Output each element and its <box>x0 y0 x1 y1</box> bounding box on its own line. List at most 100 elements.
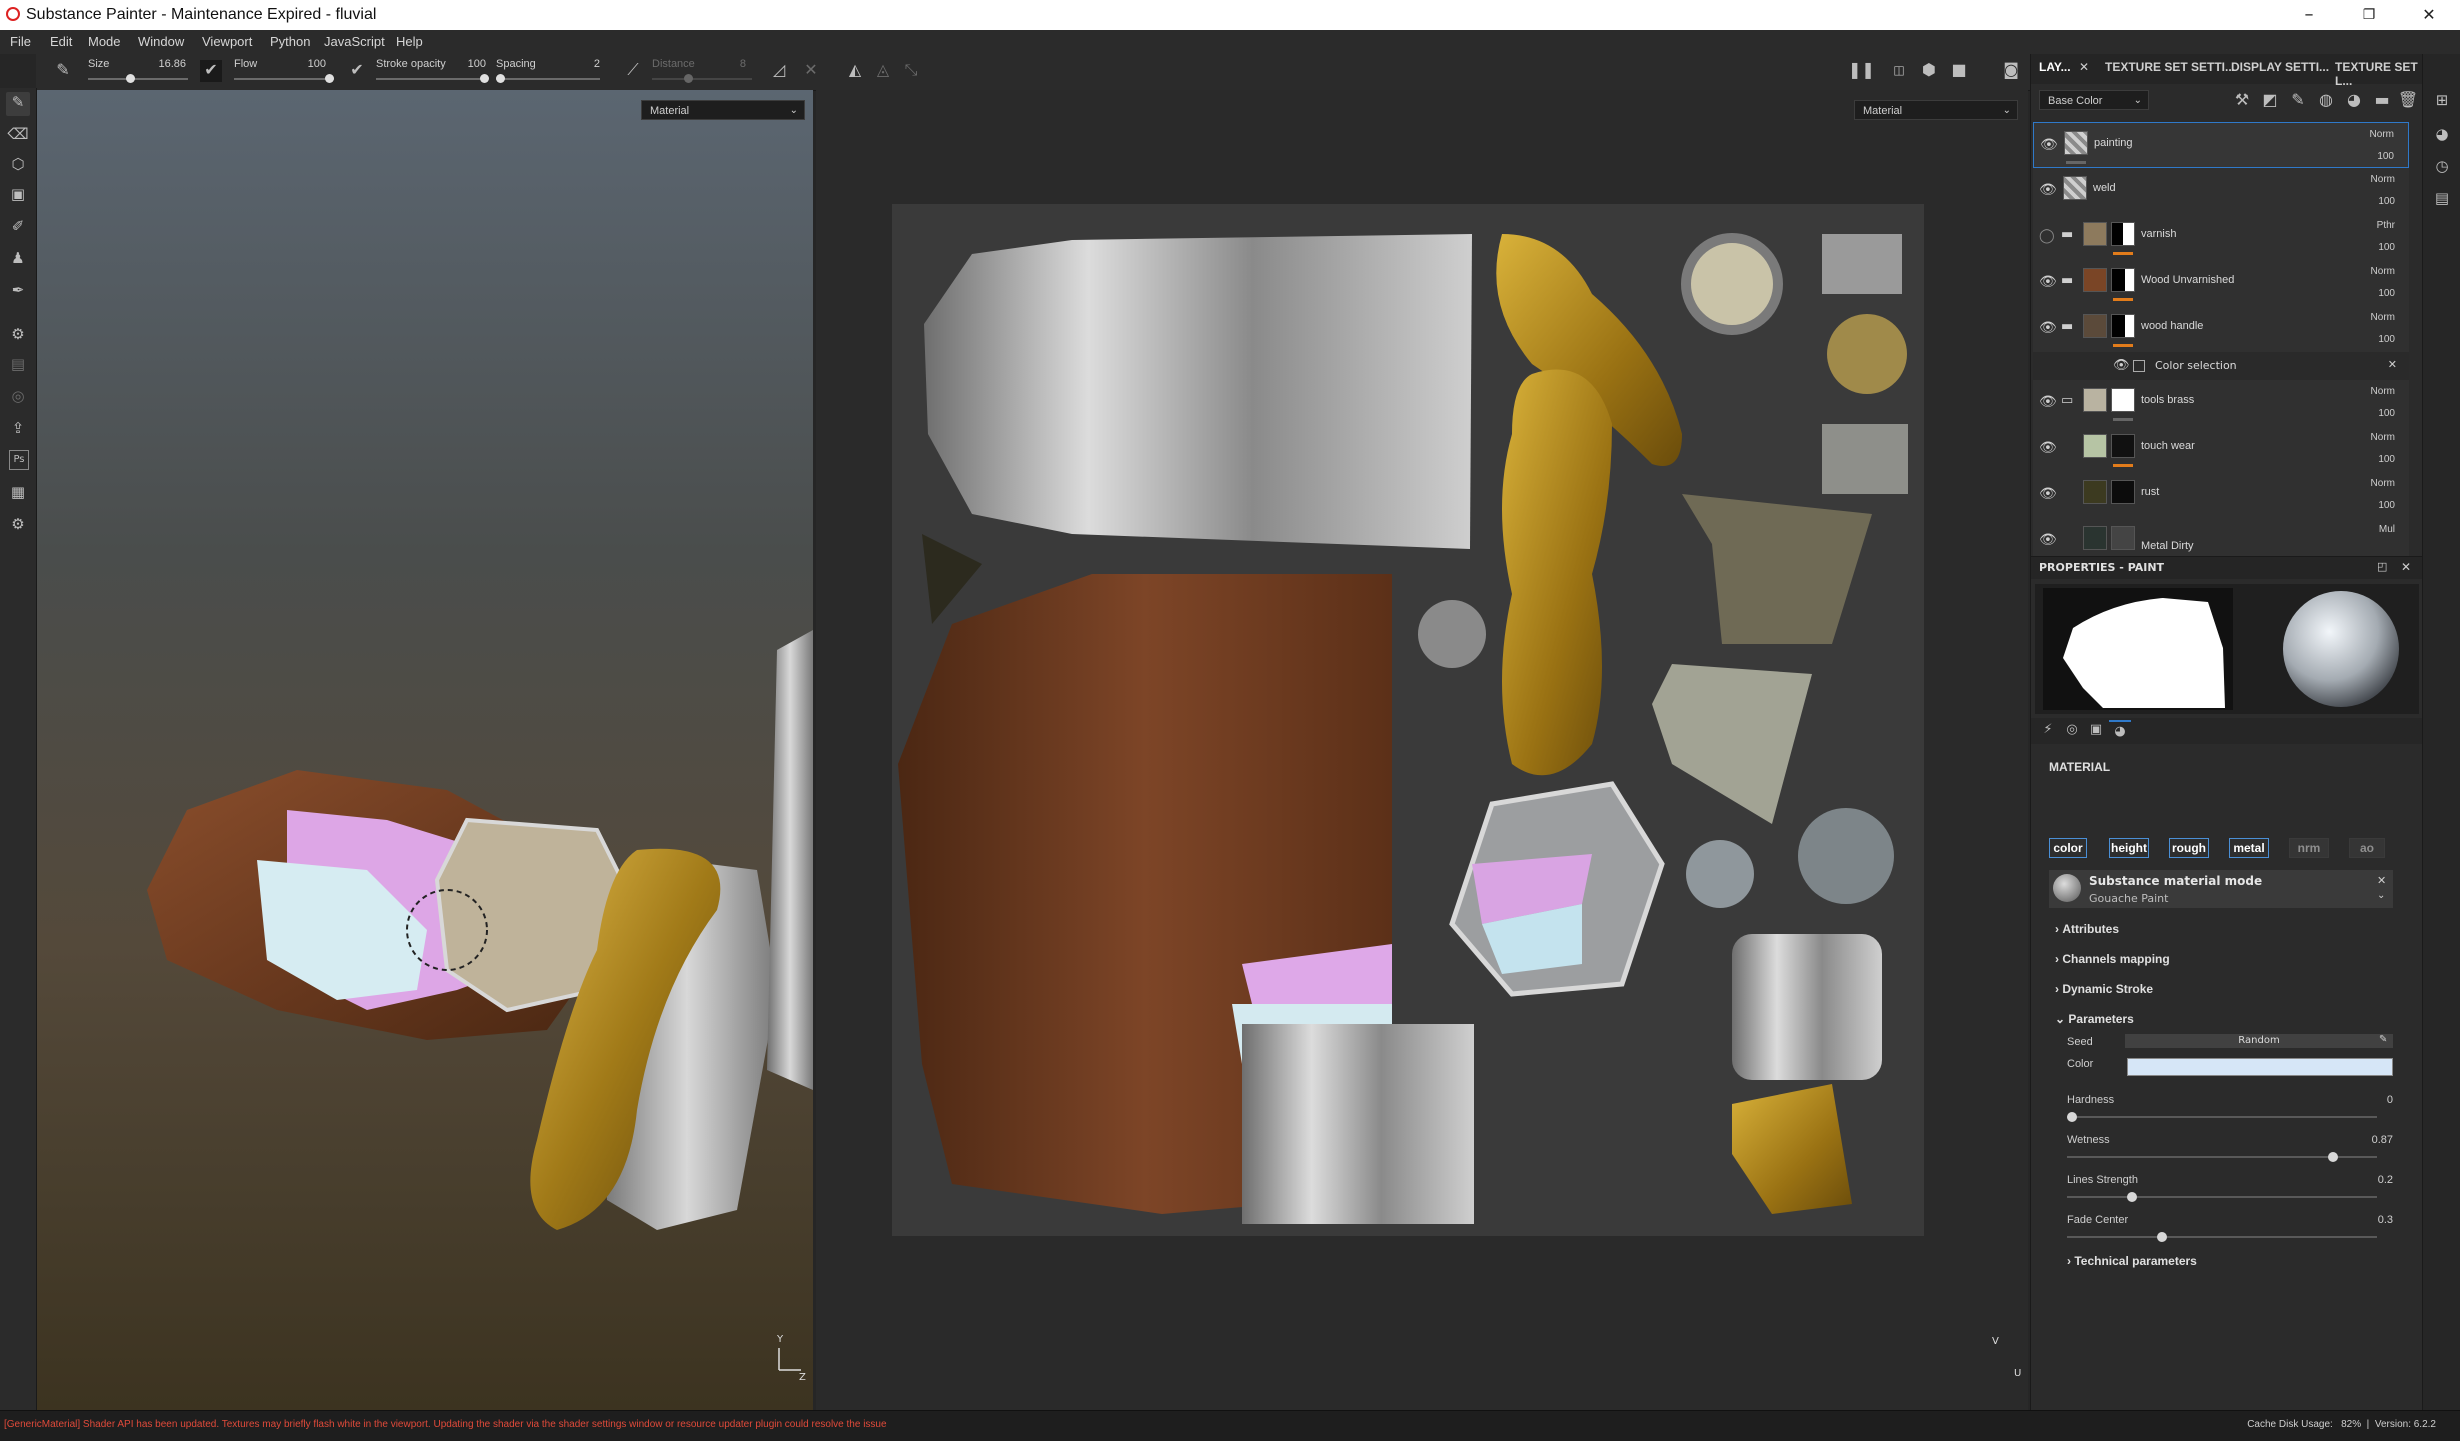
channel-dropdown[interactable]: Base Color ⌄ <box>2039 90 2149 110</box>
minimize-button[interactable]: – <box>2286 2 2332 28</box>
tab-texture-set-settings[interactable]: TEXTURE SET SETTI... <box>2105 60 2235 74</box>
layer-rust[interactable]: 👁 rust Norm 100 <box>2033 472 2409 519</box>
effect-color-selection[interactable]: 👁 Color selection ✕ <box>2033 352 2409 381</box>
tab-display-settings[interactable]: DISPLAY SETTI... <box>2231 60 2329 74</box>
history-icon[interactable]: ◷ <box>2431 156 2453 178</box>
eye-icon[interactable]: 👁 <box>2039 274 2057 290</box>
brush-preset-icon[interactable]: ✎ <box>52 60 74 82</box>
tab-close-icon[interactable]: ✕ <box>2079 60 2089 74</box>
flow-value[interactable]: 100 <box>296 58 326 70</box>
opacity-pressure-icon[interactable]: ✔ <box>346 60 368 82</box>
seed-random-button[interactable]: Random ✎ <box>2125 1034 2393 1048</box>
remove-effect-icon[interactable]: ✕ <box>2388 358 2397 371</box>
float-panel-icon[interactable]: ◰ <box>2377 560 2387 573</box>
fade-center-value[interactable]: 0.3 <box>2378 1214 2393 1226</box>
color-swatch[interactable] <box>2127 1058 2393 1076</box>
wetness-value[interactable]: 0.87 <box>2372 1134 2393 1146</box>
layer-opacity[interactable]: 100 <box>2378 288 2395 299</box>
layer-blend-mode[interactable]: Pthr <box>2377 220 2395 231</box>
uv-texture-sheet[interactable] <box>892 204 1924 1236</box>
layer-wood-handle[interactable]: 👁 ▬ wood handle Norm 100 <box>2033 306 2409 353</box>
layer-blend-mode[interactable]: Norm <box>2371 478 2395 489</box>
layer-touch-wear[interactable]: 👁 touch wear Norm 100 <box>2033 426 2409 473</box>
layer-blend-mode[interactable]: Norm <box>2371 312 2395 323</box>
eye-icon[interactable]: 👁 <box>2040 137 2058 153</box>
layer-opacity[interactable]: 100 <box>2378 500 2395 511</box>
smudge-icon[interactable]: ✐ <box>6 216 30 240</box>
add-effect-icon[interactable]: ⚒ <box>2231 90 2253 112</box>
section-channels-mapping[interactable]: › Channels mapping <box>2055 952 2170 966</box>
3d-view-icon[interactable]: ⬢ <box>1918 60 1940 82</box>
layer-opacity[interactable]: 100 <box>2378 408 2395 419</box>
layer-blend-mode[interactable]: Norm <box>2371 266 2395 277</box>
lines-strength-knob[interactable] <box>2127 1192 2137 1202</box>
polygon-fill-icon[interactable]: ▣ <box>6 184 30 208</box>
lines-strength-value[interactable]: 0.2 <box>2378 1174 2393 1186</box>
layer-opacity[interactable]: 100 <box>2378 242 2395 253</box>
assets-icon[interactable]: ◕ <box>2431 124 2453 146</box>
size-value[interactable]: 16.86 <box>156 58 186 70</box>
alpha-tab-icon[interactable]: ◎ <box>2061 720 2083 742</box>
stencil-tab-icon[interactable]: ▣ <box>2085 720 2107 742</box>
log-icon[interactable]: ▤ <box>2431 188 2453 210</box>
video-icon[interactable]: ■ <box>1948 60 1970 82</box>
material-slot[interactable]: Substance material mode Gouache Paint ✕ … <box>2049 870 2393 908</box>
layer-varnish[interactable]: ◯ ▬ varnish Pthr 100 <box>2033 214 2409 261</box>
add-fill-layer-icon[interactable]: ◍ <box>2315 90 2337 112</box>
flow-pressure-icon[interactable]: ✔ <box>200 60 222 82</box>
add-mask-icon[interactable]: ◩ <box>2259 90 2281 112</box>
ps-export-icon[interactable]: Ps <box>9 450 29 470</box>
layer-blend-mode[interactable]: Norm <box>2371 386 2395 397</box>
tab-layers[interactable]: LAY... <box>2039 60 2071 74</box>
section-technical-parameters[interactable]: › Technical parameters <box>2067 1254 2197 1268</box>
eye-icon[interactable]: 👁 <box>2039 440 2057 456</box>
lazy-mouse-icon[interactable]: ⟋ <box>622 60 644 82</box>
eye-hidden-icon[interactable]: ◯ <box>2039 228 2055 244</box>
fade-center-knob[interactable] <box>2157 1232 2167 1242</box>
transform-icon[interactable]: ⤡ <box>900 60 922 82</box>
eye-icon[interactable]: 👁 <box>2039 320 2057 336</box>
menu-window[interactable]: Window <box>138 34 184 49</box>
add-paint-layer-icon[interactable]: ✎ <box>2287 90 2309 112</box>
add-folder-icon[interactable]: ▬ <box>2371 90 2393 112</box>
layer-opacity[interactable]: 100 <box>2378 454 2395 465</box>
channel-color-button[interactable]: color <box>2049 838 2087 858</box>
spacing-slider[interactable] <box>496 78 600 80</box>
iray-icon[interactable]: ◎ <box>6 386 30 410</box>
remove-material-icon[interactable]: ✕ <box>2377 874 2386 887</box>
eye-icon[interactable]: 👁 <box>2039 394 2057 410</box>
edit-pencil-icon[interactable]: ✎ <box>2379 1034 2387 1045</box>
close-panel-icon[interactable]: ✕ <box>2401 560 2411 574</box>
menu-mode[interactable]: Mode <box>88 34 121 49</box>
shelf-icon[interactable]: ⊞ <box>2431 90 2453 112</box>
section-dynamic-stroke[interactable]: › Dynamic Stroke <box>2055 982 2153 996</box>
plugin-settings-icon[interactable]: ⚙ <box>6 514 30 538</box>
symmetry-off-icon[interactable]: ✕ <box>800 60 822 82</box>
layer-painting[interactable]: 👁 painting Norm 100 <box>2033 122 2409 168</box>
layer-blend-mode[interactable]: Mul <box>2379 524 2395 535</box>
channel-ao-button[interactable]: ao <box>2349 838 2385 858</box>
layer-blend-mode[interactable]: Norm <box>2371 432 2395 443</box>
clone-stamp-icon[interactable]: ♟ <box>6 248 30 272</box>
flow-slider[interactable] <box>234 78 334 80</box>
layer-weld[interactable]: 👁 weld Norm 100 <box>2033 168 2409 215</box>
eye-icon[interactable]: 👁 <box>2039 486 2057 502</box>
stroke-opacity-slider-knob[interactable] <box>480 74 489 83</box>
close-button[interactable]: ✕ <box>2406 2 2452 28</box>
paint-brush-icon[interactable]: ✎ <box>6 92 30 116</box>
eye-icon[interactable]: 👁 <box>2039 182 2057 198</box>
maximize-button[interactable]: ❐ <box>2346 2 2392 28</box>
add-smart-icon[interactable]: ◕ <box>2343 90 2365 112</box>
settings-icon[interactable]: ⚙ <box>6 324 30 348</box>
camera-icon[interactable]: ◙ <box>2000 60 2022 82</box>
flow-slider-knob[interactable] <box>325 74 334 83</box>
layer-wood-unvarnished[interactable]: 👁 ▬ Wood Unvarnished Norm 100 <box>2033 260 2409 307</box>
photoshop-icon[interactable] <box>6 418 30 442</box>
hardness-value[interactable]: 0 <box>2387 1094 2393 1106</box>
tab-texture-set-list[interactable]: TEXTURE SET L... <box>2335 60 2423 88</box>
plugin-icon[interactable]: ▦ <box>6 482 30 506</box>
material-tab-icon[interactable]: ◕ <box>2109 720 2131 744</box>
channel-nrm-button[interactable]: nrm <box>2289 838 2329 858</box>
layer-blend-mode[interactable]: Norm <box>2371 174 2395 185</box>
brush-tab-icon[interactable]: ⚡ <box>2037 720 2059 742</box>
